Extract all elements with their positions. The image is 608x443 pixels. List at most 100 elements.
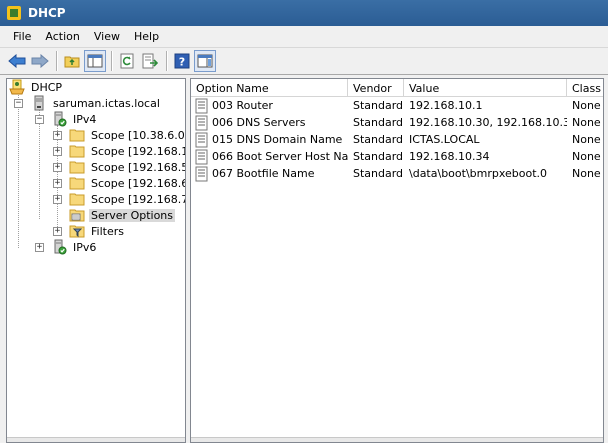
tree-label-filters: Filters (91, 224, 124, 238)
options-list-view[interactable]: Option Name Vendor Value Class 003 Route… (190, 78, 604, 443)
option-document-icon (195, 166, 208, 181)
scope-expand-toggle[interactable]: + (53, 131, 62, 140)
cell-option-name: 003 Router (212, 99, 273, 112)
tree-item-server[interactable]: saruman.ictas.local (31, 95, 162, 111)
table-row[interactable]: 006 DNS Servers Standard 192.168.10.30, … (191, 114, 603, 131)
cell-value: ICTAS.LOCAL (409, 133, 480, 146)
option-document-icon (195, 132, 208, 147)
option-document-icon (195, 98, 208, 113)
tree-item-scope[interactable]: Scope [192.168.70. (69, 191, 185, 207)
filters-expand-toggle[interactable]: + (53, 227, 62, 236)
folder-icon (69, 161, 85, 174)
cell-option-name: 015 DNS Domain Name (212, 133, 343, 146)
cell-class: None (572, 167, 601, 180)
help-icon: ? (174, 53, 190, 69)
help-button[interactable]: ? (171, 50, 193, 72)
tree-item-scope[interactable]: Scope [192.168.60. (69, 175, 185, 191)
option-document-icon (195, 115, 208, 130)
cell-value: 192.168.10.34 (409, 150, 490, 163)
refresh-button[interactable] (116, 50, 138, 72)
menu-help[interactable]: Help (127, 28, 166, 45)
show-action-pane-icon (197, 54, 213, 68)
scope-expand-toggle[interactable]: + (53, 195, 62, 204)
scope-expand-toggle[interactable]: + (53, 147, 62, 156)
forward-button[interactable] (29, 50, 51, 72)
forward-icon (31, 54, 49, 68)
server-collapse-toggle[interactable]: − (14, 99, 23, 108)
column-header-vendor[interactable]: Vendor (348, 79, 404, 97)
scope-expand-toggle[interactable]: + (53, 179, 62, 188)
cell-option-name: 066 Boot Server Host Name (212, 150, 348, 163)
ipv4-collapse-toggle[interactable]: − (35, 115, 44, 124)
tree-label-server: saruman.ictas.local (53, 96, 160, 110)
toolbar: ? (0, 47, 608, 75)
table-row[interactable]: 067 Bootfile Name Standard \data\boot\bm… (191, 165, 603, 182)
ipv4-server-icon (54, 111, 67, 127)
tree-item-scope[interactable]: Scope [192.168.50. (69, 159, 185, 175)
tree-item-scope[interactable]: Scope [10.38.6.0] W (69, 127, 186, 143)
column-header-value[interactable]: Value (404, 79, 567, 97)
scope-expand-toggle[interactable]: + (53, 163, 62, 172)
column-header-option-name[interactable]: Option Name (191, 79, 348, 97)
cell-value: 192.168.10.1 (409, 99, 483, 112)
tree-item-dhcp[interactable]: DHCP (9, 79, 64, 95)
tree-horizontal-scrollbar[interactable] (7, 437, 185, 442)
list-horizontal-scrollbar[interactable] (191, 437, 603, 442)
folder-icon (69, 145, 85, 158)
tree-connector (18, 93, 19, 248)
show-hide-console-tree-button[interactable] (84, 50, 106, 72)
menu-file[interactable]: File (6, 28, 38, 45)
menu-action[interactable]: Action (38, 28, 86, 45)
tree-label-dhcp: DHCP (31, 80, 63, 94)
cell-vendor: Standard (353, 99, 404, 112)
toolbar-separator (166, 51, 167, 71)
back-icon (8, 54, 26, 68)
option-document-icon (195, 149, 208, 164)
dhcp-app-icon (7, 6, 21, 20)
toolbar-separator (111, 51, 112, 71)
dhcp-root-icon (9, 79, 25, 95)
folder-icon (69, 177, 85, 190)
back-button[interactable] (6, 50, 28, 72)
refresh-icon (120, 53, 134, 69)
up-one-level-button[interactable] (61, 50, 83, 72)
cell-option-name: 006 DNS Servers (212, 116, 306, 129)
tree-item-ipv4[interactable]: IPv4 (51, 111, 98, 127)
folder-icon (69, 193, 85, 206)
tree-connector (39, 109, 40, 219)
tree-label-scope: Scope [192.168.10. (91, 144, 185, 158)
tree-label-scope: Scope [10.38.6.0] W (91, 128, 186, 142)
cell-class: None (572, 150, 601, 163)
ipv6-expand-toggle[interactable]: + (35, 243, 44, 252)
tree-item-server-options[interactable]: Server Options (69, 207, 176, 223)
cell-vendor: Standard (353, 116, 404, 129)
toolbar-separator (56, 51, 57, 71)
cell-value: 192.168.10.30, 192.168.10.31 (409, 116, 567, 129)
server-options-icon (69, 209, 85, 222)
tree-label-scope: Scope [192.168.70. (91, 192, 185, 206)
ipv6-server-icon (54, 239, 67, 255)
table-row[interactable]: 003 Router Standard 192.168.10.1 None (191, 97, 603, 114)
export-list-button[interactable] (139, 50, 161, 72)
title-bar: DHCP (0, 0, 608, 26)
cell-option-name: 067 Bootfile Name (212, 167, 315, 180)
list-header: Option Name Vendor Value Class (191, 79, 603, 97)
column-header-class[interactable]: Class (567, 79, 603, 97)
tree-item-ipv6[interactable]: IPv6 (51, 239, 98, 255)
table-row[interactable]: 015 DNS Domain Name Standard ICTAS.LOCAL… (191, 131, 603, 148)
tree-label-scope: Scope [192.168.60. (91, 176, 185, 190)
cell-class: None (572, 133, 601, 146)
show-hide-action-pane-button[interactable] (194, 50, 216, 72)
tree-item-scope[interactable]: Scope [192.168.10. (69, 143, 185, 159)
cell-value: \data\boot\bmrpxeboot.0 (409, 167, 548, 180)
table-row[interactable]: 066 Boot Server Host Name Standard 192.1… (191, 148, 603, 165)
show-hide-tree-icon (87, 54, 103, 68)
filter-icon (69, 225, 85, 238)
cell-vendor: Standard (353, 150, 404, 163)
server-icon (34, 95, 44, 111)
console-tree[interactable]: DHCP − saruman.ictas.local − IPv4 + Scop… (6, 78, 186, 443)
menu-bar: File Action View Help (0, 26, 608, 47)
cell-class: None (572, 99, 601, 112)
menu-view[interactable]: View (87, 28, 127, 45)
tree-item-filters[interactable]: Filters (69, 223, 126, 239)
